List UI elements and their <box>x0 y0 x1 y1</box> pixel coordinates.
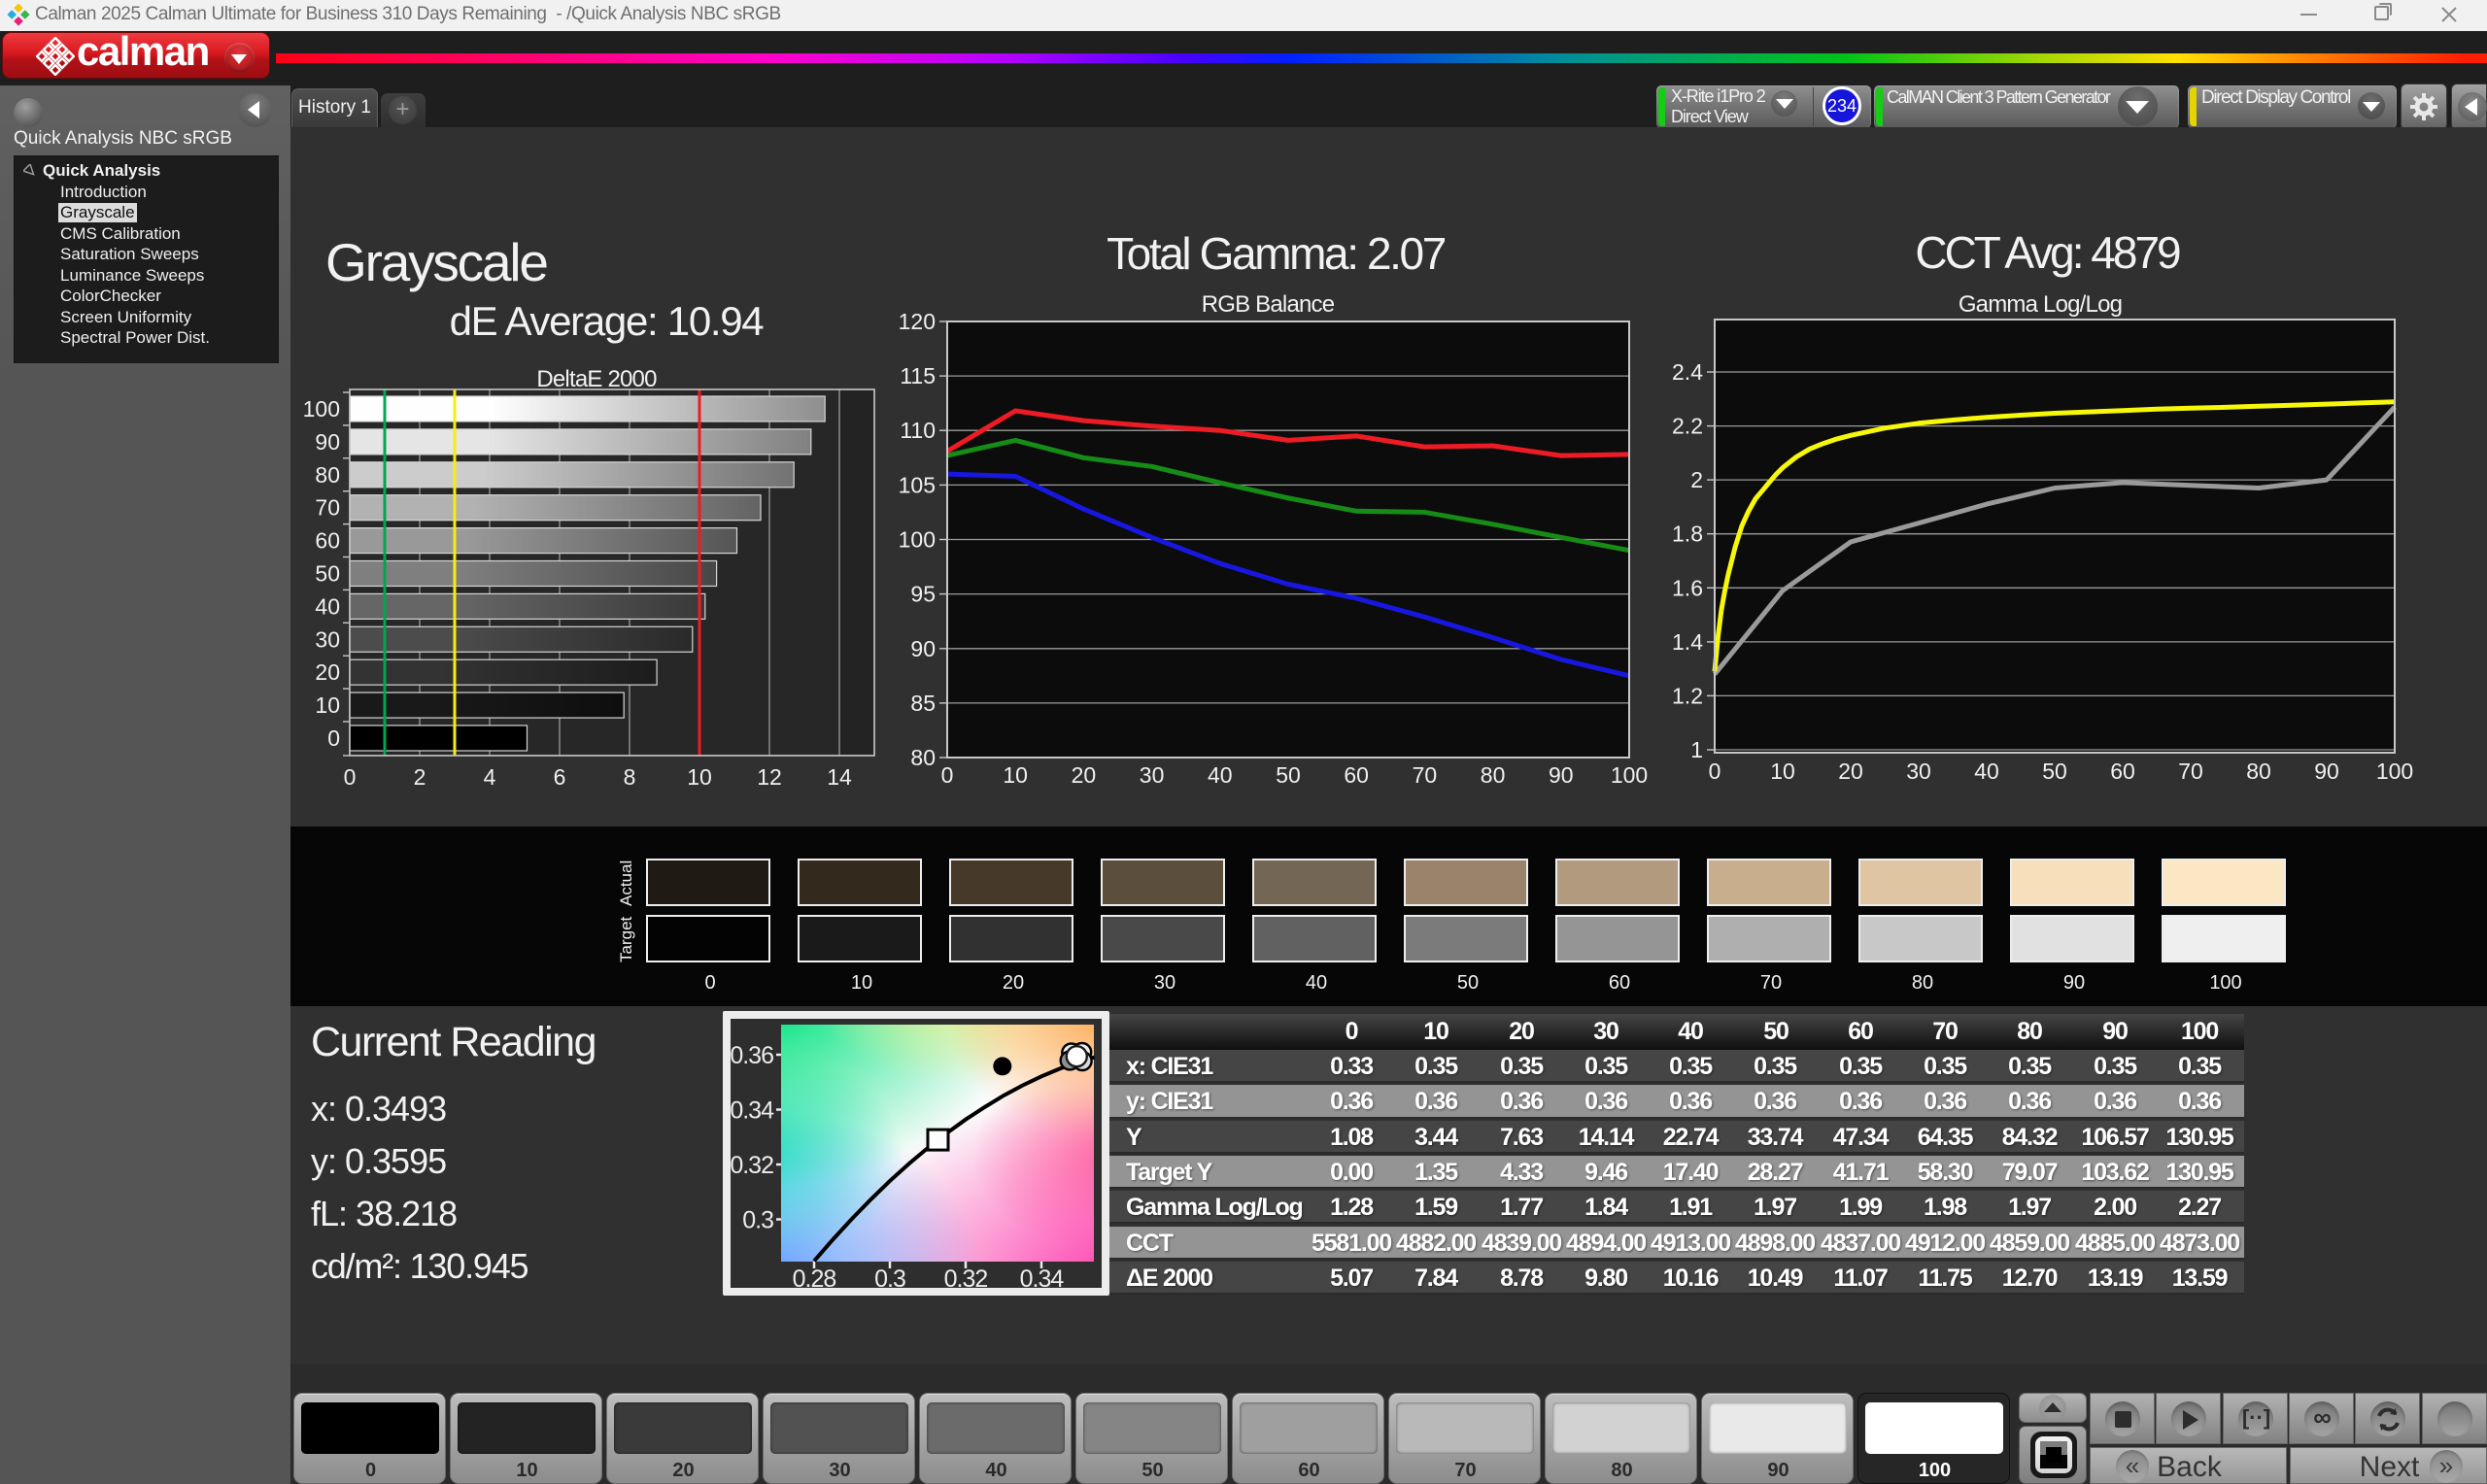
svg-text:12: 12 <box>757 764 782 790</box>
svg-text:100: 100 <box>1611 762 1648 788</box>
svg-text:4: 4 <box>484 764 496 790</box>
svg-text:100: 100 <box>303 396 340 422</box>
svg-text:14: 14 <box>827 764 852 790</box>
svg-text:50: 50 <box>1276 762 1301 788</box>
svg-text:8: 8 <box>624 764 636 790</box>
svg-text:90: 90 <box>910 636 936 661</box>
svg-text:10: 10 <box>315 692 340 718</box>
svg-text:2.4: 2.4 <box>1672 359 1703 385</box>
svg-text:115: 115 <box>900 363 936 388</box>
svg-text:70: 70 <box>1413 762 1438 788</box>
svg-text:100: 100 <box>2376 759 2413 784</box>
svg-text:0.34: 0.34 <box>1020 1265 1065 1293</box>
svg-text:30: 30 <box>1906 759 1931 784</box>
svg-text:40: 40 <box>315 593 340 619</box>
svg-text:0.34: 0.34 <box>730 1097 774 1125</box>
svg-text:10: 10 <box>1003 762 1028 788</box>
svg-text:80: 80 <box>910 745 936 770</box>
svg-text:90: 90 <box>2314 759 2339 784</box>
svg-text:100: 100 <box>899 527 936 553</box>
svg-text:110: 110 <box>900 418 936 443</box>
svg-text:30: 30 <box>315 626 340 652</box>
svg-text:10: 10 <box>1770 759 1795 784</box>
svg-text:0: 0 <box>941 762 954 788</box>
svg-text:20: 20 <box>1072 762 1097 788</box>
svg-text:60: 60 <box>1344 762 1369 788</box>
svg-text:0.36: 0.36 <box>730 1042 773 1069</box>
svg-text:40: 40 <box>1208 762 1233 788</box>
svg-text:80: 80 <box>315 462 340 488</box>
svg-text:60: 60 <box>315 528 340 554</box>
svg-text:70: 70 <box>2178 759 2203 784</box>
svg-text:40: 40 <box>1974 759 1999 784</box>
svg-text:50: 50 <box>2042 759 2067 784</box>
svg-text:1.6: 1.6 <box>1672 575 1703 600</box>
svg-text:30: 30 <box>1140 762 1165 788</box>
svg-text:120: 120 <box>899 311 936 334</box>
svg-text:95: 95 <box>910 582 936 607</box>
svg-text:0.32: 0.32 <box>730 1152 773 1179</box>
svg-text:85: 85 <box>910 691 936 716</box>
svg-text:80: 80 <box>2246 759 2271 784</box>
svg-text:1.2: 1.2 <box>1672 683 1703 708</box>
svg-text:0.28: 0.28 <box>793 1265 836 1293</box>
svg-text:1: 1 <box>1690 737 1703 762</box>
svg-text:0: 0 <box>327 725 340 751</box>
svg-text:0: 0 <box>1709 759 1721 784</box>
svg-text:2.2: 2.2 <box>1672 414 1703 439</box>
svg-text:50: 50 <box>315 561 340 587</box>
svg-text:10: 10 <box>687 764 712 790</box>
svg-text:0.3: 0.3 <box>742 1207 773 1234</box>
svg-text:105: 105 <box>899 472 936 497</box>
svg-text:0.3: 0.3 <box>874 1265 905 1293</box>
svg-text:1.4: 1.4 <box>1672 629 1703 655</box>
svg-text:6: 6 <box>554 764 566 790</box>
svg-text:60: 60 <box>2110 759 2135 784</box>
svg-text:1.8: 1.8 <box>1672 522 1703 547</box>
svg-text:90: 90 <box>1549 762 1574 788</box>
svg-text:0: 0 <box>344 764 357 790</box>
svg-text:2: 2 <box>1690 467 1703 492</box>
svg-text:80: 80 <box>1481 762 1506 788</box>
svg-text:20: 20 <box>1838 759 1863 784</box>
svg-text:90: 90 <box>315 429 340 455</box>
svg-text:0.32: 0.32 <box>944 1265 988 1293</box>
svg-text:70: 70 <box>315 495 340 521</box>
svg-text:2: 2 <box>414 764 426 790</box>
svg-text:20: 20 <box>315 659 340 685</box>
